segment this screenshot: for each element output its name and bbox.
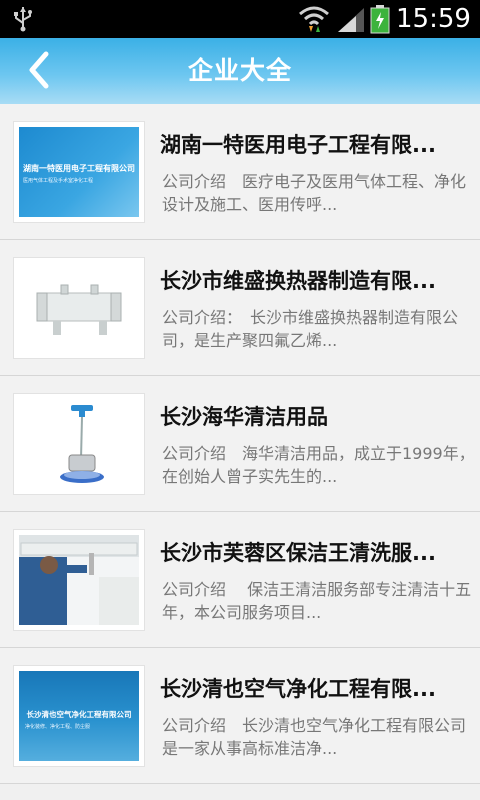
list-item[interactable]: 长沙市维盛换热器制造有限... 公司介绍： 长沙市维盛换热器制造有限公司，是生产…	[0, 240, 480, 376]
status-bar: 15:59	[0, 0, 480, 38]
list-item[interactable]: 长沙清也空气净化工程有限公司 净化装修、净化工程、防尘服 长沙清也空气净化工程有…	[0, 648, 480, 784]
thumbnail-title: 湖南一特医用电子工程有限公司	[23, 164, 135, 173]
company-name: 湖南一特医用电子工程有限...	[160, 133, 436, 157]
list-item[interactable]: 湖南一特医用电子工程有限公司 医用气体工程及手术室净化工程 湖南一特医用电子工程…	[0, 104, 480, 240]
thumbnail-subtitle: 医用气体工程及手术室净化工程	[23, 178, 94, 184]
app-header: 企业大全	[0, 38, 480, 104]
company-name: 长沙海华清洁用品	[160, 405, 328, 429]
usb-icon	[14, 7, 32, 32]
company-name: 长沙市芙蓉区保洁王清洗服...	[160, 541, 436, 565]
company-desc: 公司介绍 医疗电子及医用气体工程、净化设计及施工、医用传呼...	[162, 172, 467, 214]
cleaning-worker-image	[19, 535, 139, 625]
list-item[interactable]: 长沙海华清洁用品 公司介绍 海华清洁用品，成立于1999年，在创始人曾子实先生的…	[0, 376, 480, 512]
company-thumbnail	[14, 394, 144, 494]
wifi-icon	[299, 6, 329, 32]
company-desc: 公司介绍 长沙清也空气净化工程有限公司是一家从事高标准洁净...	[162, 716, 467, 758]
company-thumbnail: 湖南一特医用电子工程有限公司 医用气体工程及手术室净化工程	[14, 122, 144, 222]
company-thumbnail: 长沙清也空气净化工程有限公司 净化装修、净化工程、防尘服	[14, 666, 144, 766]
company-thumbnail	[14, 258, 144, 358]
signal-icon	[338, 8, 364, 32]
thumbnail-title: 长沙清也空气净化工程有限公司	[26, 710, 132, 719]
company-desc: 公司介绍 海华清洁用品，成立于1999年，在创始人曾子实先生的...	[162, 444, 475, 486]
company-name: 长沙市维盛换热器制造有限...	[160, 269, 436, 293]
company-name: 长沙清也空气净化工程有限...	[160, 677, 436, 701]
battery-icon	[370, 5, 390, 34]
status-time: 15:59	[396, 4, 471, 34]
company-list: 湖南一特医用电子工程有限公司 医用气体工程及手术室净化工程 湖南一特医用电子工程…	[0, 104, 480, 784]
floor-machine-image	[19, 399, 139, 489]
heat-exchanger-image	[19, 263, 139, 353]
thumbnail-subtitle: 净化装修、净化工程、防尘服	[25, 724, 91, 730]
company-desc: 公司介绍： 长沙市维盛换热器制造有限公司，是生产聚四氟乙烯...	[162, 308, 459, 350]
page-title: 企业大全	[187, 56, 292, 85]
list-item[interactable]: 长沙市芙蓉区保洁王清洗服... 公司介绍 保洁王清洁服务部专注清洁十五年，本公司…	[0, 512, 480, 648]
company-thumbnail	[14, 530, 144, 630]
company-desc: 公司介绍 保洁王清洁服务部专注清洁十五年，本公司服务项目...	[162, 580, 472, 622]
